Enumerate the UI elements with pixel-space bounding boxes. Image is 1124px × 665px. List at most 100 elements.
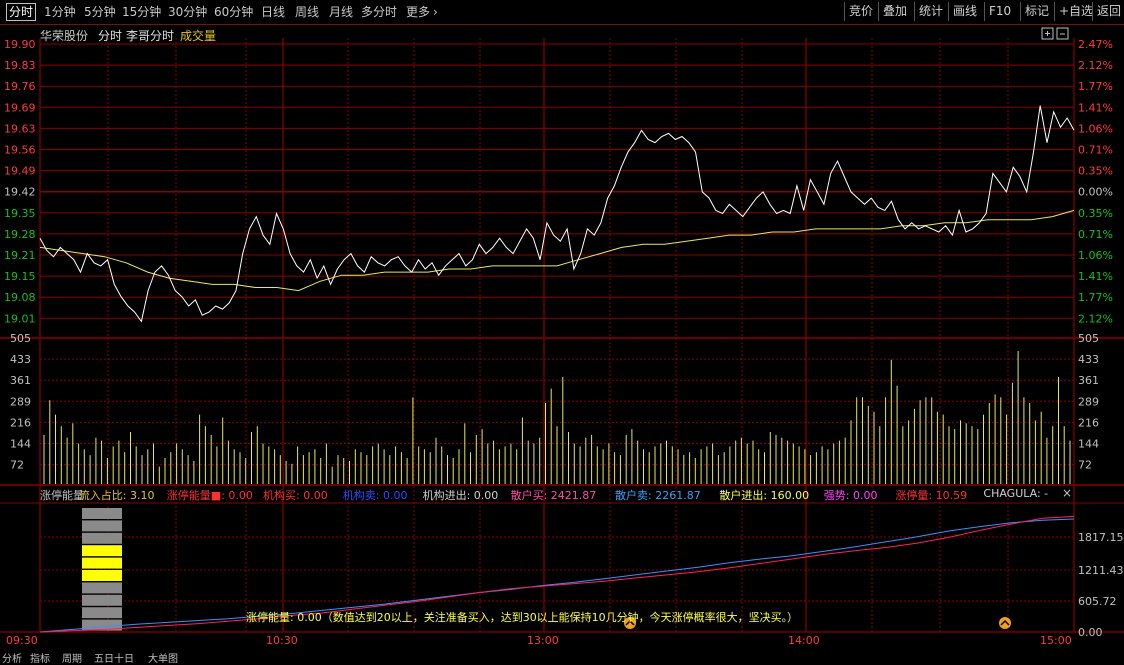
- volume-label-right: 361: [1078, 374, 1099, 387]
- energy-note: 涨停能量: 0.00（数值达到20以上，关注准备买入，达到30以上能保持10几分…: [246, 611, 799, 624]
- price-label: 19.49: [4, 165, 36, 178]
- volume-label-right: 144: [1078, 438, 1099, 451]
- volume-label-right: 216: [1078, 416, 1099, 429]
- tab-30min[interactable]: 30分钟: [168, 4, 207, 20]
- tab-add-watchlist[interactable]: +自选: [1054, 2, 1097, 21]
- energy-block: [82, 508, 122, 519]
- time-label: 09:30: [6, 634, 38, 647]
- tab-fenshi[interactable]: 分时: [6, 3, 37, 21]
- chart-grid: [0, 38, 1124, 633]
- energy-block: [82, 520, 122, 532]
- pct-label: 0.71%: [1078, 228, 1113, 241]
- energy-block: [82, 545, 122, 557]
- price-label: 19.35: [4, 207, 36, 220]
- volume-label-right: 289: [1078, 395, 1099, 408]
- volume-label: 144: [10, 438, 31, 451]
- pct-label: 1.41%: [1078, 101, 1113, 114]
- indicator-item: 机构买: 0.00: [263, 489, 328, 502]
- average-price-line: [39, 209, 1075, 292]
- pct-label: 0.00%: [1078, 186, 1113, 199]
- price-label: 19.08: [4, 291, 36, 304]
- volume-label-right: 505: [1078, 332, 1099, 345]
- pct-label: 0.71%: [1078, 144, 1113, 157]
- volume-bars: [43, 351, 1071, 484]
- tab-multi-fenshi[interactable]: 多分时: [361, 4, 397, 20]
- time-label: 14:00: [788, 634, 820, 647]
- bottom-tab-5day[interactable]: 五日十日: [94, 650, 134, 665]
- tab-f10[interactable]: F10: [984, 2, 1015, 21]
- bottom-tab-period[interactable]: 周期: [62, 650, 82, 665]
- energy-block: [82, 582, 122, 594]
- price-label: 19.76: [4, 80, 36, 93]
- tab-statistics[interactable]: 统计: [914, 2, 947, 21]
- volume-label: 72: [10, 459, 24, 472]
- bottom-tab-analysis[interactable]: 分析: [2, 650, 22, 665]
- pct-label: 1.06%: [1078, 249, 1113, 262]
- lower-label: 1817.15: [1078, 531, 1124, 544]
- energy-block: [82, 532, 122, 544]
- indicator-item: 涨停能量■: 0.00: [166, 489, 253, 502]
- pct-label: 1.41%: [1078, 270, 1113, 283]
- tab-1min[interactable]: 1分钟: [44, 4, 76, 20]
- tab-60min[interactable]: 60分钟: [214, 4, 253, 20]
- intraday-chart: 19.90 2.47% 19.83 2.12% 19.76 1.77% 19.69 1.41%…: [0, 27, 1124, 647]
- price-label: 19.15: [4, 270, 36, 283]
- tab-more[interactable]: 更多 ›: [406, 4, 438, 20]
- chart-header-icons: [1041, 27, 1069, 40]
- price-label: 19.28: [4, 228, 36, 241]
- tab-draw-line[interactable]: 画线: [948, 2, 981, 21]
- price-label: 19.69: [4, 101, 36, 114]
- indicator-item: 流入占比: 3.10: [78, 489, 155, 502]
- lower-label: 0.00: [1078, 626, 1103, 639]
- energy-block: [82, 607, 122, 619]
- price-label: 19.42: [4, 186, 36, 199]
- volume-label-right: 433: [1078, 353, 1099, 366]
- pct-label: 2.12%: [1078, 59, 1113, 72]
- time-label: 13:00: [527, 634, 559, 647]
- indicator-item: 机构卖: 0.00: [342, 489, 408, 502]
- volume-label: 216: [10, 416, 31, 429]
- price-axis-labels: 19.90 2.47% 19.83 2.12% 19.76 1.77% 19.69 1.41%…: [4, 38, 1113, 325]
- indicator-item: 涨停能量: [40, 489, 84, 502]
- pct-label: 2.47%: [1078, 38, 1113, 51]
- tab-auction[interactable]: 竞价: [844, 2, 877, 21]
- tab-daily[interactable]: 日线: [261, 4, 285, 20]
- volume-label: 289: [10, 395, 31, 408]
- energy-blocks: [82, 508, 122, 631]
- tab-more-label: 更多: [406, 5, 431, 19]
- energy-block: [82, 570, 122, 581]
- price-line: [39, 105, 1075, 323]
- volume-label: 505: [10, 332, 31, 345]
- time-label: 15:00: [1040, 634, 1072, 647]
- tab-15min[interactable]: 15分钟: [122, 4, 161, 20]
- tab-monthly[interactable]: 月线: [329, 4, 353, 20]
- indicator-item: 机构进出: 0.00: [422, 489, 499, 502]
- tab-weekly[interactable]: 周线: [295, 4, 319, 20]
- tab-back[interactable]: 返回: [1092, 2, 1124, 21]
- price-label: 19.56: [4, 144, 36, 157]
- pct-label: 1.77%: [1078, 291, 1113, 304]
- price-label: 19.01: [4, 312, 36, 325]
- time-axis-labels: 09:30 10:30 13:00 14:00 15:00: [6, 634, 1072, 647]
- pct-label: 0.35%: [1078, 207, 1113, 220]
- tab-mark[interactable]: 标记: [1020, 2, 1053, 21]
- price-label: 19.63: [4, 122, 36, 135]
- indicator-item: CHAGULA: -: [983, 487, 1049, 500]
- volume-label: 433: [10, 353, 31, 366]
- tab-5min[interactable]: 5分钟: [84, 4, 116, 20]
- indicator-item: 散户进出: 160.00: [719, 489, 810, 502]
- indicator-item: 强势: 0.00: [823, 489, 878, 502]
- bottom-tab-indicator[interactable]: 指标: [30, 650, 50, 665]
- tab-overlay[interactable]: 叠加: [878, 2, 911, 21]
- indicator-item: 散户卖: 2261.87: [615, 489, 701, 502]
- volume-label-right: 72: [1078, 459, 1092, 472]
- time-label: 10:30: [266, 634, 298, 647]
- bottom-tab-bigorder[interactable]: 大单图: [148, 650, 178, 665]
- energy-block: [82, 594, 122, 606]
- pct-label: 0.35%: [1078, 165, 1113, 178]
- price-label: 19.90: [4, 38, 36, 51]
- pct-label: 2.12%: [1078, 312, 1113, 325]
- close-icon[interactable]: ×: [1062, 486, 1072, 500]
- price-label: 19.21: [4, 249, 36, 262]
- period-tab-bar: 分时 1分钟 5分钟 15分钟 30分钟 60分钟 日线 周线 月线 多分时 更…: [0, 0, 1124, 25]
